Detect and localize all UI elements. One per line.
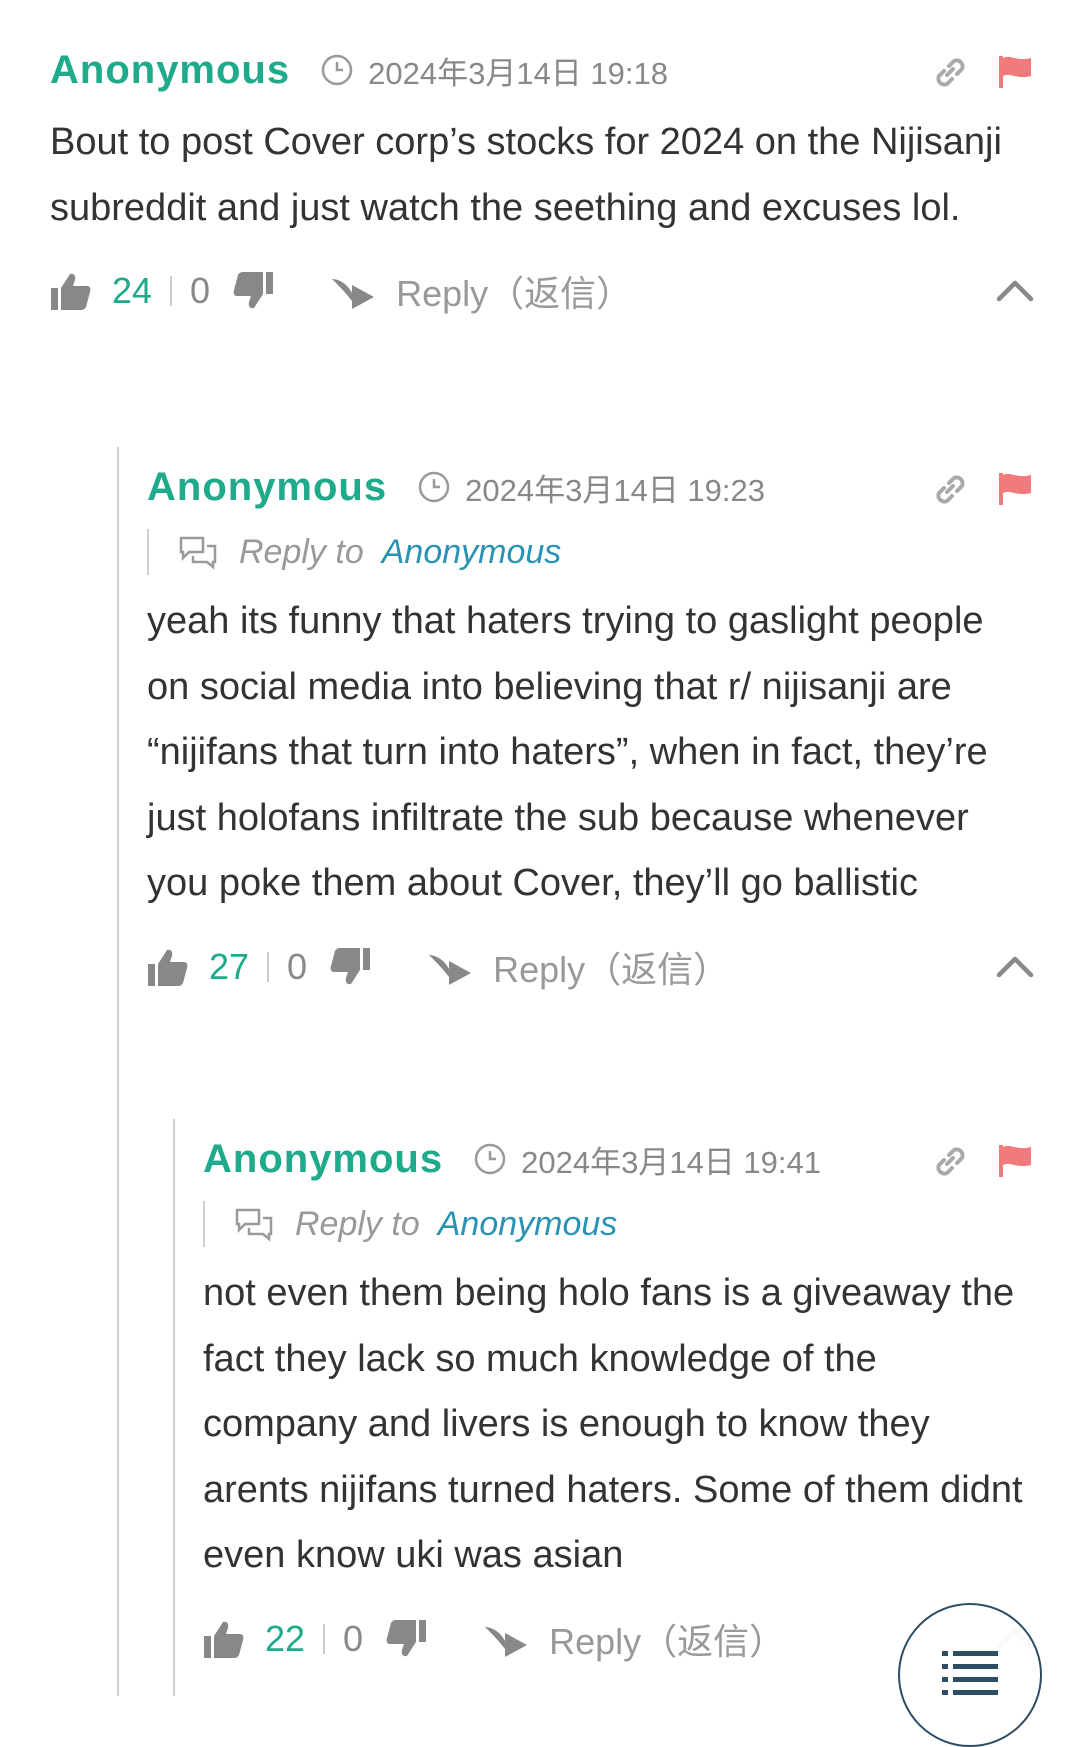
clock-icon [417,470,451,504]
clock-icon [320,53,354,87]
comment-header: Anonymous 2024年3月14日 19:23 [147,457,1035,517]
comment-body: not even them being holo fans is a givea… [203,1272,1023,1576]
reply-to-line: Reply to Anonymous [147,529,1035,575]
comment-date: 2024年3月14日 19:23 [465,472,765,508]
reply-arrow-icon[interactable] [427,947,473,987]
comment: Anonymous 2024年3月14日 19:18 Bout to post … [50,40,1035,321]
comment-body: yeah its funny that haters trying to gas… [147,600,988,904]
table-of-contents-button[interactable] [898,1603,1042,1747]
thumbs-down-icon[interactable] [329,946,371,988]
reply-arrow-icon[interactable] [483,1619,529,1659]
flag-icon[interactable] [995,469,1035,509]
link-icon[interactable] [930,52,970,92]
comment-date: 2024年3月14日 19:18 [368,55,668,91]
thumbs-up-icon[interactable] [50,270,92,312]
like-count: 27 [209,945,250,987]
thread-line [117,447,119,1696]
comment: Anonymous 2024年3月14日 19:23 Reply to Anon… [147,457,1035,997]
reply-to-label: Reply to [239,532,364,571]
thumbs-down-icon[interactable] [232,270,274,312]
comment-header: Anonymous 2024年3月14日 19:18 [50,40,1035,100]
like-count: 24 [112,270,153,311]
reply-button[interactable]: Reply（返信） [396,265,632,317]
reply-to-line: Reply to Anonymous [203,1201,1035,1247]
chat-bubbles-icon [177,534,219,570]
divider [267,951,270,982]
reply-to-author-link[interactable]: Anonymous [438,1205,618,1244]
link-icon[interactable] [930,1141,970,1181]
comment-author[interactable]: Anonymous [147,465,387,510]
comment: Anonymous 2024年3月14日 19:41 Reply to Anon… [203,1129,1035,1669]
comment-actions: 27 0 Reply（返信） [147,937,1035,997]
reply-to-label: Reply to [295,1204,420,1243]
dislike-count: 0 [343,1617,364,1659]
comment-author[interactable]: Anonymous [203,1137,443,1182]
comment-date: 2024年3月14日 19:41 [521,1144,821,1180]
chat-bubbles-icon [233,1206,275,1242]
chevron-up-icon[interactable] [995,949,1035,985]
reply-button[interactable]: Reply（返信） [493,941,729,993]
chevron-up-icon[interactable] [995,273,1035,309]
dislike-count: 0 [190,270,211,311]
clock-icon [473,1142,507,1176]
like-count: 22 [265,1617,306,1659]
comment-actions: 24 0 Reply（返信） [50,261,1035,321]
dislike-count: 0 [287,945,308,987]
thumbs-up-icon[interactable] [203,1618,245,1660]
reply-button[interactable]: Reply（返信） [549,1613,785,1665]
comment-body: Bout to post Cover corp’s stocks for 202… [50,121,1002,229]
thumbs-up-icon[interactable] [147,946,189,988]
list-menu-icon [942,1651,998,1695]
comment-author[interactable]: Anonymous [50,48,290,93]
reply-arrow-icon[interactable] [330,271,376,311]
reply-to-author-link[interactable]: Anonymous [382,533,562,572]
flag-icon[interactable] [995,1141,1035,1181]
divider [170,276,173,306]
divider [323,1623,326,1654]
comment-header: Anonymous 2024年3月14日 19:41 [203,1129,1035,1189]
thread-line [173,1119,175,1696]
link-icon[interactable] [930,469,970,509]
flag-icon[interactable] [995,52,1035,92]
thumbs-down-icon[interactable] [385,1618,427,1660]
